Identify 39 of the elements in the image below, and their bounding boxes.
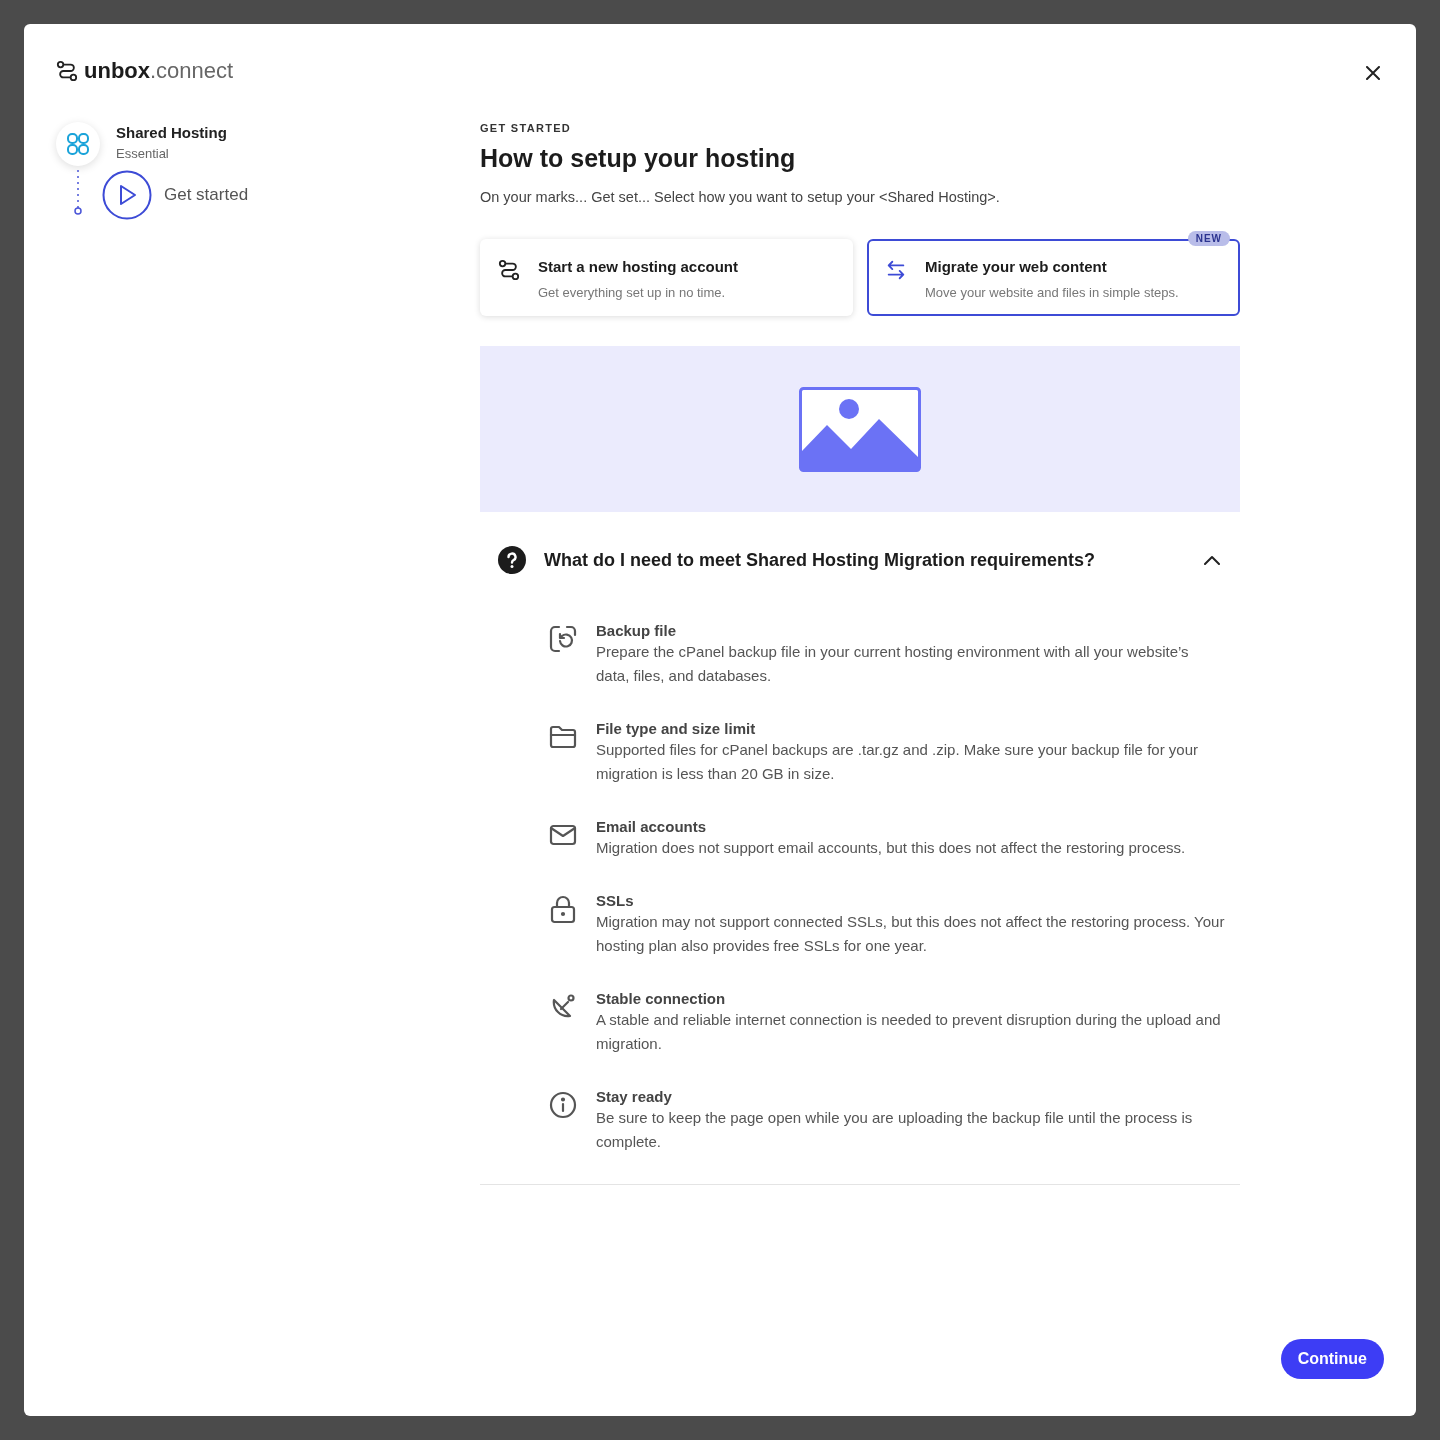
- eyebrow-label: GET STARTED: [480, 122, 573, 134]
- requirement-description: A stable and reliable internet connection is needed to prevent disruption during the upload and migration.: [596, 1010, 1222, 1054]
- step-title: Shared Hosting: [116, 124, 227, 141]
- requirement-title: SSLs: [596, 892, 635, 909]
- help-icon: [498, 546, 526, 574]
- requirement-title: Backup file: [596, 622, 678, 639]
- accordion-header[interactable]: What do I need to meet Shared Hosting Migration requirements?: [480, 512, 1240, 574]
- option-card[interactable]: Start a new hosting account Get everything set up in no time.: [480, 239, 853, 316]
- requirement-title: Stay ready: [596, 1088, 673, 1105]
- new-badge: NEW: [1187, 231, 1230, 246]
- step-title[interactable]: Get started: [164, 185, 249, 205]
- route-icon: [498, 259, 520, 281]
- requirement-title: Email accounts: [596, 818, 708, 835]
- page-heading: How to setup your hosting: [480, 144, 797, 173]
- requirement-description: Migration may not support connected SSLs, but this does not affect the restoring process. Your hosting plan also provides free SSLs for one year.: [596, 912, 1226, 956]
- requirement-description: Supported files for cPanel backups are .tar.gz and .zip. Make sure your backup file for your migration is less than 20 GB in size.: [596, 740, 1199, 784]
- requirement-description: Prepare the cPanel backup file in your current hosting environment with all your website’s data, files, and databases.: [596, 642, 1190, 686]
- logo-text: unbox.connect: [84, 58, 234, 84]
- option-title: Start a new hosting account: [538, 258, 739, 275]
- option-title: Migrate your web content: [925, 258, 1108, 275]
- requirement-title: Stable connection: [596, 990, 727, 1007]
- requirement-title: File type and size limit: [596, 720, 757, 737]
- product-icon: [56, 122, 100, 166]
- requirement-description: Migration does not support email accounts, but this does not affect the restoring process.: [596, 838, 1186, 858]
- info-icon: [548, 1090, 578, 1120]
- chevron-up-icon: [1204, 555, 1220, 565]
- route-icon: [56, 60, 78, 82]
- backup-icon: [548, 624, 578, 654]
- requirement-description: Be sure to keep the page open while you are uploading the backup file until the process is complete.: [596, 1108, 1194, 1152]
- lock-icon: [548, 894, 578, 924]
- intro-text: On your marks... Get set... Select how you want to setup your <Shared Hosting>.: [480, 189, 1001, 205]
- continue-button[interactable]: Continue: [1280, 1339, 1384, 1379]
- option-description: Move your website and files in simple steps.: [925, 285, 1179, 300]
- step-connector: [74, 170, 82, 216]
- image-placeholder-icon: [799, 386, 921, 472]
- swap-arrows-icon: [885, 259, 907, 281]
- step-subtitle: Essential: [116, 146, 170, 161]
- option-description: Get everything set up in no time.: [538, 285, 727, 300]
- play-icon: [102, 170, 152, 220]
